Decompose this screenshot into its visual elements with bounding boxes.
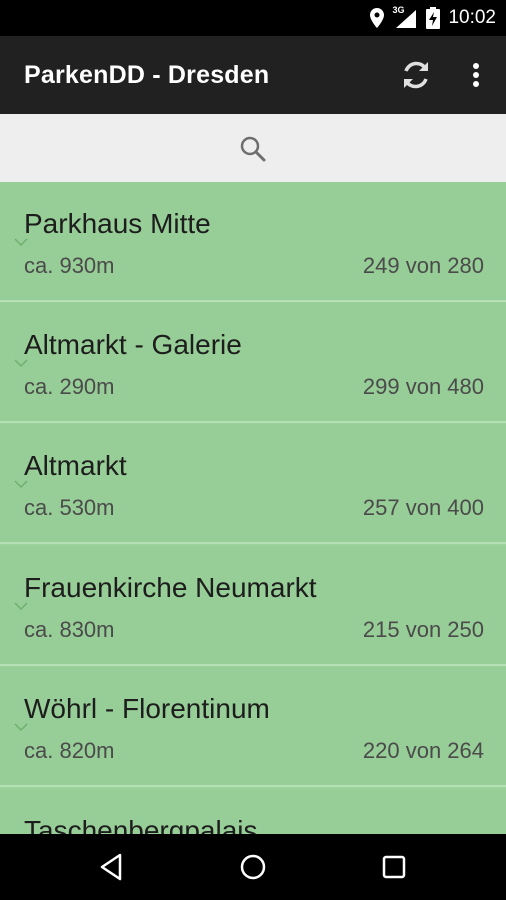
list-item[interactable]: Altmarkt - Galerie ca. 290m 299 von 480	[0, 303, 506, 423]
status-icons: 3G 10:02	[370, 0, 496, 36]
list-item[interactable]: Taschenbergpalais	[0, 789, 506, 834]
lot-free-spaces: 249 von 280	[362, 253, 484, 278]
battery-charging-icon	[426, 7, 441, 29]
more-vert-icon	[473, 63, 479, 87]
lot-distance: ca. 930m	[24, 253, 115, 278]
lot-distance: ca. 530m	[24, 495, 115, 520]
list-item[interactable]: Altmarkt ca. 530m 257 von 400	[0, 424, 506, 544]
lot-name: Parkhaus Mitte	[24, 208, 211, 239]
search-button[interactable]	[238, 134, 268, 164]
lot-distance: ca. 830m	[24, 617, 115, 642]
recents-icon	[382, 855, 406, 879]
home-button[interactable]	[237, 851, 269, 883]
signal-icon: 3G	[392, 5, 418, 29]
lot-distance: ca. 820m	[24, 738, 115, 763]
navigation-bar	[0, 834, 506, 900]
search-bar[interactable]	[0, 114, 506, 182]
lot-free-spaces: 220 von 264	[362, 738, 484, 763]
lot-name: Wöhrl - Florentinum	[24, 693, 270, 724]
home-icon	[240, 854, 266, 880]
status-time: 10:02	[448, 7, 496, 28]
lot-free-spaces: 257 von 400	[362, 495, 484, 520]
list-item[interactable]: Wöhrl - Florentinum ca. 820m 220 von 264	[0, 667, 506, 787]
parking-list: Parkhaus Mitte ca. 930m 249 von 280 Altm…	[0, 182, 506, 834]
lot-name: Altmarkt - Galerie	[24, 329, 242, 360]
lot-free-spaces: 299 von 480	[362, 374, 484, 399]
refresh-icon	[404, 61, 428, 89]
list-item[interactable]: Parkhaus Mitte ca. 930m 249 von 280	[0, 182, 506, 302]
lot-distance: ca. 290m	[24, 374, 115, 399]
search-icon	[240, 136, 266, 162]
status-bar: 3G 10:02	[0, 0, 506, 36]
lot-name: Taschenbergpalais	[24, 815, 258, 834]
overflow-menu-button[interactable]	[464, 57, 488, 93]
app-title: ParkenDD - Dresden	[24, 61, 270, 89]
lot-name: Altmarkt	[24, 450, 127, 481]
refresh-button[interactable]	[398, 57, 434, 93]
back-button[interactable]	[96, 851, 128, 883]
recents-button[interactable]	[378, 851, 410, 883]
lot-free-spaces: 215 von 250	[362, 617, 484, 642]
list-item[interactable]: Frauenkirche Neumarkt ca. 830m 215 von 2…	[0, 546, 506, 666]
lot-name: Frauenkirche Neumarkt	[24, 572, 317, 603]
location-icon	[370, 8, 385, 28]
app-bar: ParkenDD - Dresden	[0, 36, 506, 114]
back-icon	[100, 853, 122, 881]
